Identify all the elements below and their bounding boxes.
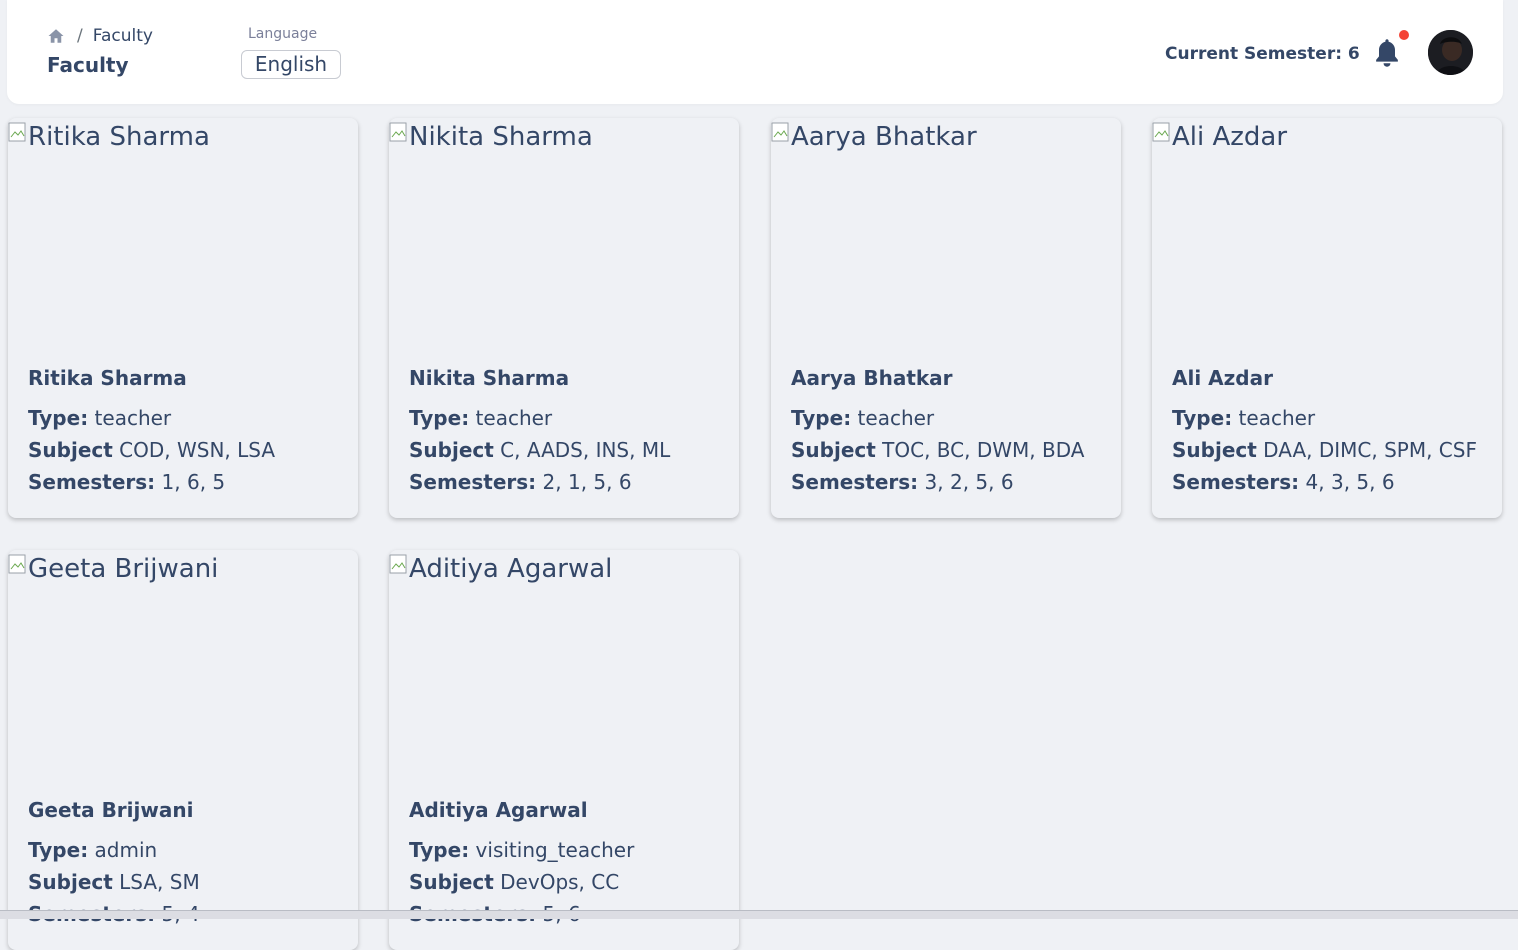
horizontal-scrollbar[interactable]: [0, 910, 1518, 919]
faculty-photo-alt: Ali Azdar: [1172, 122, 1288, 152]
type-label: Type:: [1172, 406, 1233, 430]
faculty-name: Geeta Brijwani: [28, 798, 194, 822]
faculty-card[interactable]: Ali Azdar Ali Azdar Type: teacher Subjec…: [1152, 118, 1502, 518]
faculty-semesters: Semesters: 3, 2, 5, 6: [791, 470, 1014, 494]
type-value: teacher: [1238, 406, 1316, 430]
faculty-type: Type: teacher: [409, 406, 552, 430]
type-label: Type:: [28, 406, 89, 430]
current-semester: Current Semester: 6: [1165, 44, 1360, 64]
language-label: Language: [248, 26, 318, 42]
faculty-photo: Aarya Bhatkar: [771, 122, 977, 152]
faculty-card[interactable]: Nikita Sharma Nikita Sharma Type: teache…: [389, 118, 739, 518]
faculty-semesters: Semesters: 2, 1, 5, 6: [409, 470, 632, 494]
faculty-card[interactable]: Ritika Sharma Ritika Sharma Type: teache…: [8, 118, 358, 518]
faculty-type: Type: admin: [28, 838, 157, 862]
faculty-subjects: Subject TOC, BC, DWM, BDA: [791, 438, 1084, 462]
semesters-value: 4, 3, 5, 6: [1305, 470, 1395, 494]
type-value: teacher: [475, 406, 553, 430]
faculty-type: Type: teacher: [28, 406, 171, 430]
notification-badge: [1399, 30, 1409, 40]
broken-image-icon: [1152, 122, 1170, 142]
subject-label: Subject: [409, 870, 494, 894]
faculty-card[interactable]: Aarya Bhatkar Aarya Bhatkar Type: teache…: [771, 118, 1121, 518]
faculty-photo: Geeta Brijwani: [8, 554, 218, 584]
faculty-subjects: Subject COD, WSN, LSA: [28, 438, 275, 462]
faculty-name: Ali Azdar: [1172, 366, 1273, 390]
faculty-semesters: Semesters: 1, 6, 5: [28, 470, 225, 494]
notification-bell-icon[interactable]: [1373, 37, 1401, 69]
faculty-subjects: Subject DAA, DIMC, SPM, CSF: [1172, 438, 1477, 462]
subject-value: COD, WSN, LSA: [119, 438, 276, 462]
faculty-photo: Ritika Sharma: [8, 122, 210, 152]
faculty-name: Nikita Sharma: [409, 366, 570, 390]
semesters-label: Semesters:: [28, 470, 156, 494]
type-value: visiting_teacher: [475, 838, 635, 862]
subject-value: TOC, BC, DWM, BDA: [882, 438, 1085, 462]
semesters-value: 1, 6, 5: [161, 470, 226, 494]
type-value: admin: [94, 838, 158, 862]
broken-image-icon: [8, 554, 26, 574]
avatar[interactable]: [1428, 30, 1473, 75]
faculty-subjects: Subject DevOps, CC: [409, 870, 619, 894]
type-label: Type:: [409, 406, 470, 430]
faculty-card[interactable]: Aditiya Agarwal Aditiya Agarwal Type: vi…: [389, 550, 739, 950]
semesters-label: Semesters:: [791, 470, 919, 494]
faculty-name: Ritika Sharma: [28, 366, 187, 390]
subject-value: C, AADS, INS, ML: [500, 438, 671, 462]
page-title: Faculty: [47, 53, 129, 77]
broken-image-icon: [389, 122, 407, 142]
faculty-subjects: Subject C, AADS, INS, ML: [409, 438, 670, 462]
type-value: teacher: [857, 406, 935, 430]
subject-label: Subject: [791, 438, 876, 462]
type-label: Type:: [409, 838, 470, 862]
semesters-value: 2, 1, 5, 6: [542, 470, 632, 494]
faculty-photo: Nikita Sharma: [389, 122, 593, 152]
faculty-name: Aarya Bhatkar: [791, 366, 953, 390]
faculty-name: Aditiya Agarwal: [409, 798, 588, 822]
type-value: teacher: [94, 406, 172, 430]
faculty-type: Type: teacher: [1172, 406, 1315, 430]
faculty-type: Type: visiting_teacher: [409, 838, 634, 862]
faculty-subjects: Subject LSA, SM: [28, 870, 200, 894]
subject-value: LSA, SM: [119, 870, 200, 894]
subject-label: Subject: [409, 438, 494, 462]
faculty-photo: Aditiya Agarwal: [389, 554, 612, 584]
subject-label: Subject: [28, 870, 113, 894]
breadcrumb: / Faculty: [47, 26, 153, 46]
broken-image-icon: [8, 122, 26, 142]
subject-label: Subject: [28, 438, 113, 462]
broken-image-icon: [771, 122, 789, 142]
avatar-image: [1428, 30, 1473, 75]
language-select[interactable]: English: [241, 50, 341, 79]
breadcrumb-separator: /: [77, 26, 83, 46]
subject-value: DAA, DIMC, SPM, CSF: [1263, 438, 1477, 462]
faculty-type: Type: teacher: [791, 406, 934, 430]
breadcrumb-current: Faculty: [92, 26, 153, 46]
faculty-photo-alt: Geeta Brijwani: [28, 554, 219, 584]
semesters-value: 3, 2, 5, 6: [924, 470, 1014, 494]
faculty-semesters: Semesters: 4, 3, 5, 6: [1172, 470, 1395, 494]
faculty-photo-alt: Ritika Sharma: [28, 122, 210, 152]
type-label: Type:: [28, 838, 89, 862]
subject-value: DevOps, CC: [500, 870, 620, 894]
faculty-photo: Ali Azdar: [1152, 122, 1287, 152]
semesters-label: Semesters:: [409, 470, 537, 494]
faculty-photo-alt: Aditiya Agarwal: [409, 554, 613, 584]
home-icon[interactable]: [47, 27, 65, 45]
broken-image-icon: [389, 554, 407, 574]
top-navbar: / Faculty Faculty Language English Curre…: [7, 0, 1503, 104]
subject-label: Subject: [1172, 438, 1257, 462]
type-label: Type:: [791, 406, 852, 430]
semesters-label: Semesters:: [1172, 470, 1300, 494]
faculty-photo-alt: Nikita Sharma: [409, 122, 593, 152]
faculty-photo-alt: Aarya Bhatkar: [791, 122, 977, 152]
faculty-card[interactable]: Geeta Brijwani Geeta Brijwani Type: admi…: [8, 550, 358, 950]
